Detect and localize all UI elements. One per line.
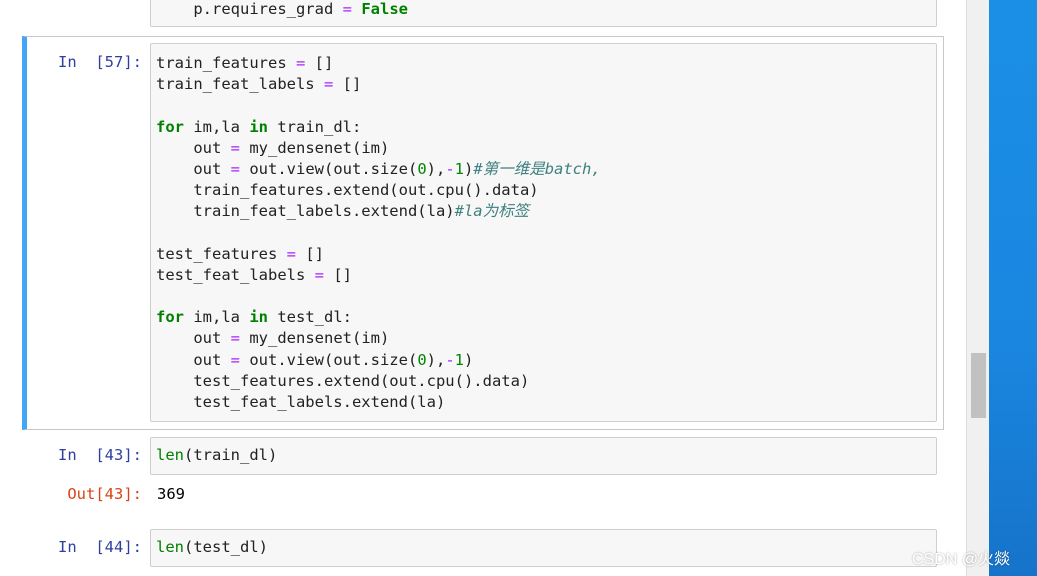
code-line: train_feat_labels.extend(la)#la为标签 [156,202,530,221]
code-line: out = my_densenet(im) [156,138,390,157]
cell-43-code: len(train_dl) [151,438,936,466]
cell-44-code: len(test_dl) [151,530,936,558]
code-line: out = my_densenet(im) [156,329,390,348]
code-line: len(train_dl) [156,446,278,464]
cell-57-prompt: In [57]: [58,53,142,71]
desktop-background [989,0,1037,576]
code-line: for im,la in train_dl: [156,117,362,136]
cell-44-prompt: In [44]: [58,538,142,556]
cell-57-input[interactable]: train_features = [] train_feat_labels = [… [150,43,937,422]
code-line: out = out.view(out.size(0),-1) [156,350,474,369]
cell-44-input[interactable]: len(test_dl) [150,529,937,567]
code-line: for im,la in test_dl: [156,308,352,327]
cell-43-prompt: In [43]: [58,446,142,464]
code-line: p.requires_grad = False [156,0,408,18]
vertical-scrollbar[interactable] [966,0,989,576]
code-line: out = out.view(out.size(0),-1)#第一维是batch… [156,159,601,178]
code-line: train_features.extend(out.cpu().data) [156,181,539,200]
code-line: train_features = [] [156,54,334,72]
cell-57-code: train_features = [] train_feat_labels = [… [151,44,936,413]
watermark: CSDN @火燚 [912,551,1011,568]
code-line: test_feat_labels.extend(la) [156,393,446,411]
prev-cell-input[interactable]: p.requires_grad = False [150,0,937,27]
cell-43-out-prompt: Out[43]: [67,485,142,503]
code-line: test_feat_labels = [] [156,265,352,284]
cell-43-output: 369 [157,485,185,503]
code-line: test_features.extend(out.cpu().data) [156,371,530,390]
prev-cell-code: p.requires_grad = False [151,0,936,20]
code-line: test_features = [] [156,244,324,263]
scrollbar-thumb[interactable] [971,353,986,418]
cell-43-input[interactable]: len(train_dl) [150,437,937,475]
code-line: len(test_dl) [156,538,268,556]
notebook: p.requires_grad = False In [57]: train_f… [0,0,966,576]
code-line: train_feat_labels = [] [156,75,362,94]
